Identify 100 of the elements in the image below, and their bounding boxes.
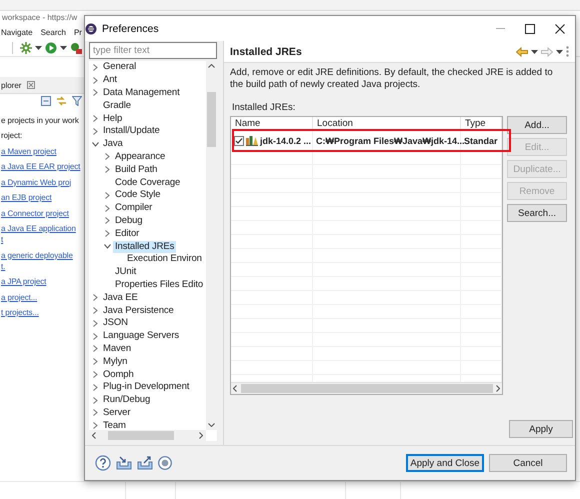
- filter-field[interactable]: type filter text: [89, 42, 217, 59]
- caret-icon[interactable]: [60, 46, 67, 50]
- chevron-right-icon[interactable]: [93, 307, 98, 314]
- tree-item[interactable]: JUnit: [113, 266, 138, 278]
- chevron-right-icon[interactable]: [93, 89, 98, 96]
- tree-item[interactable]: Code Coverage: [113, 176, 182, 189]
- tree-item[interactable]: Java EE: [101, 292, 140, 304]
- create-link[interactable]: a project...: [1, 292, 38, 302]
- import-icon[interactable]: [116, 456, 132, 470]
- chevron-right-icon[interactable]: [105, 230, 110, 238]
- create-link[interactable]: t: [1, 234, 4, 245]
- chevron-right-icon[interactable]: [93, 345, 98, 352]
- tree-item[interactable]: JSON: [101, 317, 130, 330]
- create-link[interactable]: a JPA project: [1, 276, 46, 287]
- tree-item[interactable]: Mylyn: [101, 356, 130, 368]
- dialog-button[interactable]: Cancel: [489, 454, 567, 472]
- create-link[interactable]: t projects...: [1, 307, 39, 318]
- create-link[interactable]: a generic deployable: [1, 250, 73, 260]
- record-icon[interactable]: [158, 456, 172, 470]
- chevron-right-icon[interactable]: [93, 396, 98, 404]
- side-button[interactable]: Search...: [507, 204, 567, 222]
- chevron-right-icon[interactable]: [105, 166, 110, 174]
- tree-item[interactable]: Run/Debug: [101, 394, 152, 406]
- menu-item[interactable]: Pr: [74, 28, 82, 37]
- tree-item[interactable]: Gradle: [101, 100, 133, 112]
- chevron-right-icon[interactable]: [93, 115, 98, 122]
- column-header[interactable]: Name: [231, 117, 313, 131]
- tree-item[interactable]: Help: [101, 112, 124, 125]
- chevron-left-icon[interactable]: [92, 432, 96, 439]
- apply-button[interactable]: Apply: [509, 420, 573, 438]
- checkbox[interactable]: [234, 136, 244, 146]
- caret-icon[interactable]: [556, 50, 563, 54]
- chevron-right-icon[interactable]: [93, 128, 98, 135]
- tree-item[interactable]: Language Servers: [101, 330, 182, 342]
- chevron-right-icon[interactable]: [93, 76, 98, 84]
- chevron-right-icon[interactable]: [496, 385, 500, 392]
- collapse-icon[interactable]: [41, 96, 51, 106]
- tree-item[interactable]: General: [101, 61, 138, 74]
- caret-icon[interactable]: [35, 46, 42, 50]
- scroll-thumb[interactable]: [108, 431, 174, 440]
- side-button[interactable]: Add...: [507, 116, 567, 134]
- create-link[interactable]: t.: [1, 260, 6, 272]
- chevron-up-icon[interactable]: [208, 64, 215, 68]
- tree-item[interactable]: Properties Files Edito: [113, 278, 206, 291]
- create-link[interactable]: a Java EE EAR project: [1, 161, 80, 172]
- tree-item[interactable]: Code Style: [113, 189, 162, 202]
- chevron-down-icon[interactable]: [92, 142, 99, 147]
- tree-item[interactable]: Build Path: [113, 164, 160, 176]
- chevron-right-icon[interactable]: [199, 432, 203, 439]
- chevron-right-icon[interactable]: [93, 409, 98, 416]
- chevron-right-icon[interactable]: [93, 294, 98, 302]
- create-link[interactable]: a Maven project: [1, 146, 56, 156]
- scroll-thumb[interactable]: [207, 92, 216, 147]
- view-tab[interactable]: plorer: [1, 80, 22, 90]
- menu-item[interactable]: Search: [40, 28, 66, 37]
- export-icon[interactable]: [137, 456, 153, 470]
- tree-item[interactable]: Team: [101, 420, 128, 430]
- chevron-left-icon[interactable]: [233, 385, 237, 392]
- tree-item[interactable]: Plug-in Development: [101, 381, 192, 394]
- chevron-right-icon[interactable]: [105, 192, 110, 199]
- scrollbar[interactable]: [231, 382, 502, 394]
- create-link[interactable]: an EJB project: [1, 192, 52, 203]
- caret-icon[interactable]: [531, 50, 538, 54]
- tree-item[interactable]: Install/Update: [101, 125, 162, 138]
- tree-item[interactable]: Maven: [101, 342, 134, 355]
- chevron-right-icon[interactable]: [105, 204, 110, 212]
- scroll-thumb[interactable]: [241, 384, 493, 393]
- chevron-right-icon[interactable]: [93, 371, 98, 378]
- chevron-right-icon[interactable]: [93, 320, 98, 327]
- link-icon[interactable]: [56, 96, 67, 106]
- tree-item[interactable]: Installed JREs: [113, 240, 176, 253]
- chevron-right-icon[interactable]: [93, 384, 98, 391]
- tree-item[interactable]: Java: [101, 138, 125, 150]
- dialog-button[interactable]: Apply and Close: [406, 454, 484, 472]
- tree-item[interactable]: Java Persistence: [101, 304, 176, 317]
- chevron-right-icon[interactable]: [93, 332, 98, 340]
- tree-item[interactable]: Editor: [113, 228, 142, 240]
- chevron-right-icon[interactable]: [93, 358, 98, 366]
- maximize-icon[interactable]: [525, 24, 535, 34]
- help-icon[interactable]: [95, 455, 111, 471]
- tree-item[interactable]: Oomph: [101, 368, 136, 381]
- chevron-down-icon[interactable]: [208, 423, 215, 427]
- create-link[interactable]: a Connector project: [1, 208, 69, 218]
- minimize-icon[interactable]: [496, 28, 504, 29]
- tree-item[interactable]: Data Management: [101, 86, 182, 99]
- column-header[interactable]: Location: [313, 117, 461, 131]
- chevron-right-icon[interactable]: [93, 422, 98, 430]
- chevron-right-icon[interactable]: [93, 64, 98, 71]
- tree-item[interactable]: Execution Environ: [125, 253, 204, 266]
- tree-item[interactable]: Ant: [101, 74, 119, 86]
- tree-item[interactable]: Compiler: [113, 202, 154, 214]
- column-header[interactable]: Type: [461, 117, 502, 131]
- chevron-down-icon[interactable]: [104, 244, 111, 250]
- chevron-right-icon[interactable]: [105, 153, 110, 160]
- filter-icon[interactable]: [72, 96, 82, 106]
- create-link[interactable]: a Dynamic Web proj: [1, 176, 72, 188]
- run-icon[interactable]: [45, 42, 57, 54]
- tree-item[interactable]: Appearance: [113, 150, 168, 163]
- menu-item[interactable]: Navigate: [1, 28, 33, 37]
- tree-item[interactable]: Server: [101, 406, 132, 419]
